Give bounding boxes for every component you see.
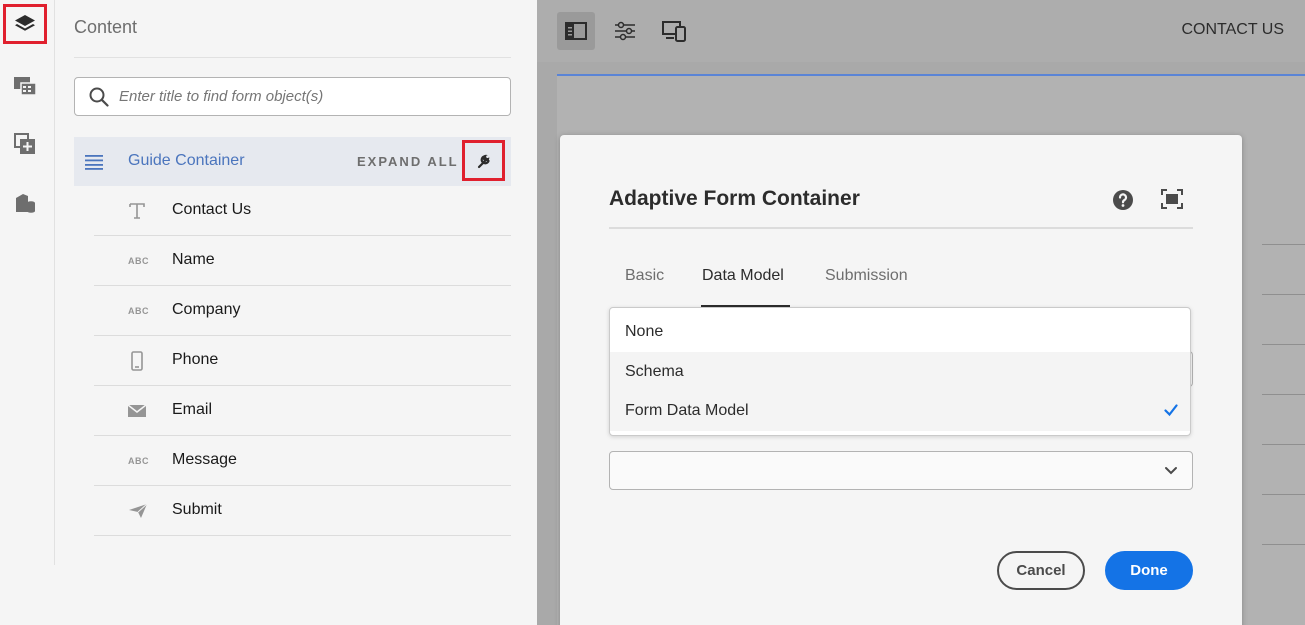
panel-title: Content xyxy=(74,17,138,37)
canvas-row-divider xyxy=(1262,344,1305,345)
tree-item[interactable]: ABC Message xyxy=(94,436,511,486)
chevron-down-icon xyxy=(1165,467,1177,475)
expand-all-button[interactable]: EXPAND ALL xyxy=(357,154,459,169)
canvas-row-divider xyxy=(1262,244,1305,245)
tree-item-label: Message xyxy=(172,451,237,468)
tree-item[interactable]: Contact Us xyxy=(94,186,511,236)
tree-item[interactable]: Phone xyxy=(94,336,511,386)
tree-item[interactable]: ABC Company xyxy=(94,286,511,336)
side-panel-icon xyxy=(565,22,587,40)
fullscreen-icon xyxy=(1161,189,1183,209)
tab-submission[interactable]: Submission xyxy=(825,267,908,285)
checkmark-icon xyxy=(1164,404,1178,417)
tree-item-label: Phone xyxy=(172,351,219,368)
data-model-options: None Schema Form Data Model xyxy=(609,307,1191,436)
email-icon xyxy=(127,400,167,422)
layers-button[interactable] xyxy=(3,4,47,44)
guide-container-row[interactable]: Guide Container EXPAND ALL xyxy=(74,137,511,186)
add-component-icon xyxy=(14,133,35,154)
send-icon xyxy=(128,500,168,522)
fullscreen-button[interactable] xyxy=(1161,189,1183,214)
search-box[interactable] xyxy=(74,77,511,116)
tree-item-label: Company xyxy=(172,301,241,318)
option-form-data-model-label: Form Data Model xyxy=(625,402,749,419)
canvas-row-divider xyxy=(1262,294,1305,295)
canvas-row-divider xyxy=(1262,444,1305,445)
canvas-row-divider xyxy=(1262,544,1305,545)
abc-icon: ABC xyxy=(128,456,149,466)
tree-item[interactable]: ABC Name xyxy=(94,236,511,286)
emulator-icon xyxy=(662,21,686,42)
properties-icon xyxy=(615,21,635,41)
tab-basic[interactable]: Basic xyxy=(625,267,664,285)
emulator-button[interactable] xyxy=(655,12,693,50)
add-component-button[interactable] xyxy=(3,124,47,164)
option-schema[interactable]: Schema xyxy=(610,352,1190,392)
editor-toolbar: CONTACT US xyxy=(537,0,1305,62)
side-panel-toggle[interactable] xyxy=(557,12,595,50)
search-icon xyxy=(89,87,109,107)
assets-icon xyxy=(14,77,37,96)
guide-container-label: Guide Container xyxy=(128,152,245,169)
abc-icon: ABC xyxy=(128,256,149,266)
dialog-title: Adaptive Form Container xyxy=(609,187,860,210)
canvas-row-divider xyxy=(1262,494,1305,495)
tree-item-label: Name xyxy=(172,251,215,268)
option-none[interactable]: None xyxy=(610,312,1190,352)
form-data-model-select[interactable] xyxy=(609,451,1193,490)
adaptive-form-container-dialog: Adaptive Form Container Basic Data Model… xyxy=(560,135,1242,625)
search-input[interactable] xyxy=(119,88,499,105)
assets-button[interactable] xyxy=(3,66,47,106)
text-icon xyxy=(128,200,168,222)
help-icon xyxy=(1113,190,1133,210)
option-form-data-model[interactable]: Form Data Model xyxy=(610,391,1190,431)
content-panel: Content Guide Container EXPAND ALL Conta… xyxy=(56,0,537,625)
tab-data-model[interactable]: Data Model xyxy=(702,267,784,285)
configure-button[interactable] xyxy=(462,140,505,181)
properties-button[interactable] xyxy=(606,12,644,50)
dialog-divider xyxy=(609,227,1193,229)
container-icon xyxy=(85,155,103,170)
data-sources-icon xyxy=(16,194,35,213)
tree-item-label: Email xyxy=(172,401,213,418)
data-sources-button[interactable] xyxy=(3,183,47,223)
done-button[interactable]: Done xyxy=(1105,551,1193,590)
canvas-row-divider xyxy=(1262,394,1305,395)
tree-item-label: Submit xyxy=(172,501,222,518)
cancel-button[interactable]: Cancel xyxy=(997,551,1085,590)
tree-item[interactable]: Email xyxy=(94,386,511,436)
panel-divider xyxy=(74,57,511,58)
tree-item[interactable]: Submit xyxy=(94,486,511,536)
help-button[interactable] xyxy=(1112,189,1134,216)
left-rail xyxy=(0,0,55,565)
page-title: CONTACT US xyxy=(1181,21,1284,38)
tree-item-label: Contact Us xyxy=(172,201,252,218)
layers-icon xyxy=(15,15,35,31)
wrench-icon xyxy=(477,154,490,168)
abc-icon: ABC xyxy=(128,306,149,316)
phone-icon xyxy=(131,350,171,372)
